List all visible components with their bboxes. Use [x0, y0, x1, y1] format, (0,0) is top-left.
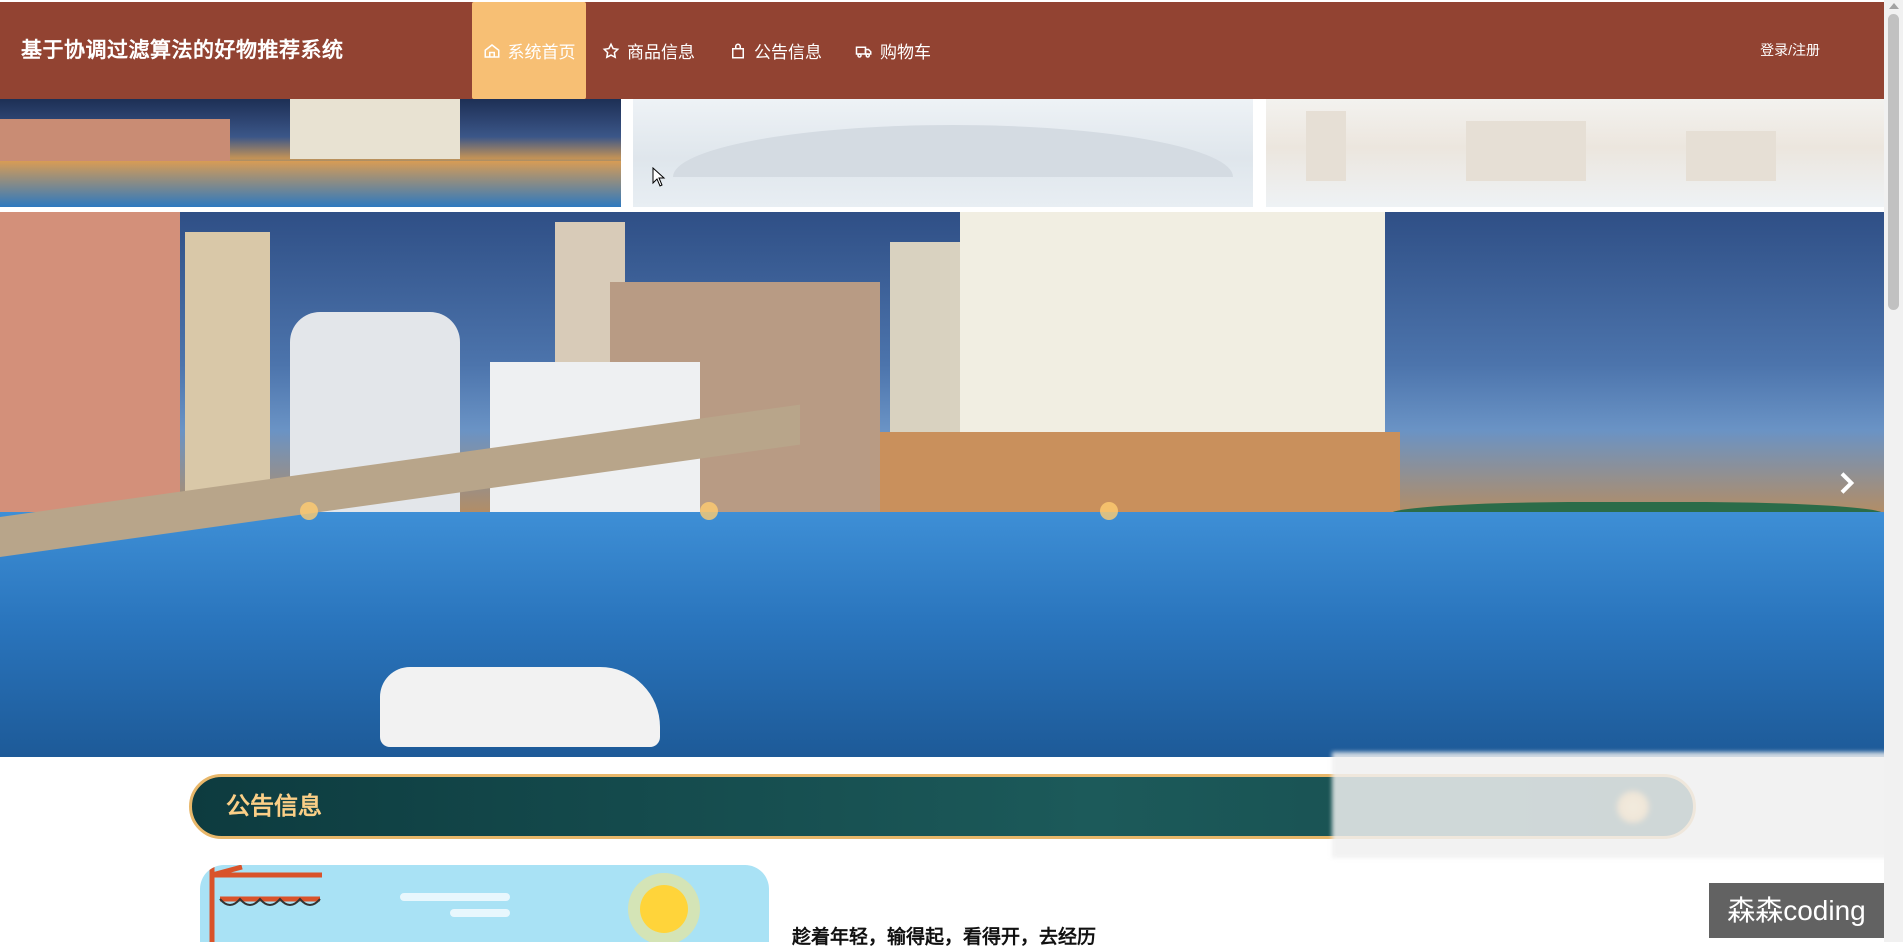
crane-illustration — [209, 865, 322, 942]
light-glow — [700, 502, 718, 520]
light-glow — [1100, 502, 1118, 520]
carousel-thumbnail-1[interactable] — [0, 99, 621, 207]
carousel-thumbnail-3[interactable] — [1266, 99, 1884, 207]
scrollbar-thumb[interactable] — [1888, 14, 1899, 310]
nav-item-label: 公告信息 — [754, 43, 822, 62]
nav-item-label: 系统首页 — [507, 43, 576, 62]
sun — [640, 885, 688, 933]
nav-item-products[interactable]: 商品信息 — [602, 2, 695, 99]
top-nav-bar: 基于协调过滤算法的好物推荐系统 系统首页 商品信息 公告信息 购物车 登录/注册 — [0, 2, 1884, 99]
watermark: 森森coding — [1709, 883, 1884, 938]
chevron-right-icon[interactable] — [1830, 467, 1862, 499]
bay-water — [0, 512, 1884, 757]
star-icon — [602, 42, 620, 59]
building — [185, 232, 270, 512]
home-icon — [484, 43, 499, 58]
thumb-mountain — [673, 125, 1233, 177]
yacht — [380, 667, 660, 747]
hero-banner — [0, 212, 1884, 757]
site-title: 基于协调过滤算法的好物推荐系统 — [21, 39, 344, 62]
article-image[interactable] — [200, 865, 769, 942]
bag-icon — [732, 43, 744, 58]
scroll-up-arrow-icon[interactable] — [1889, 3, 1899, 9]
nav-item-notices[interactable]: 公告信息 — [729, 2, 822, 99]
truck-icon — [855, 46, 872, 58]
hotel-podium — [880, 432, 1400, 512]
blurred-region — [1332, 752, 1903, 858]
article-title[interactable]: 趁着年轻，输得起，看得开，去经历 — [792, 922, 1096, 949]
nav-item-home[interactable]: 系统首页 — [472, 2, 586, 99]
cloud — [400, 893, 510, 901]
nav-item-cart[interactable]: 购物车 — [855, 2, 931, 99]
vertical-scrollbar[interactable] — [1884, 0, 1903, 942]
thumb-water — [0, 161, 621, 207]
notice-section-title: 公告信息 — [226, 793, 322, 820]
thumb-hotel — [290, 99, 460, 159]
thumb-building — [1306, 111, 1346, 181]
login-register-link[interactable]: 登录/注册 — [1760, 2, 1820, 99]
cloud — [450, 909, 510, 917]
nav-item-label: 购物车 — [880, 43, 931, 62]
nav-item-label: 商品信息 — [627, 43, 695, 62]
thumb-building — [1686, 131, 1776, 181]
thumb-building — [1466, 121, 1586, 181]
mouse-cursor-icon — [652, 167, 666, 187]
building — [0, 212, 180, 512]
light-glow — [300, 502, 318, 520]
carousel-thumbnail-2[interactable] — [633, 99, 1253, 207]
